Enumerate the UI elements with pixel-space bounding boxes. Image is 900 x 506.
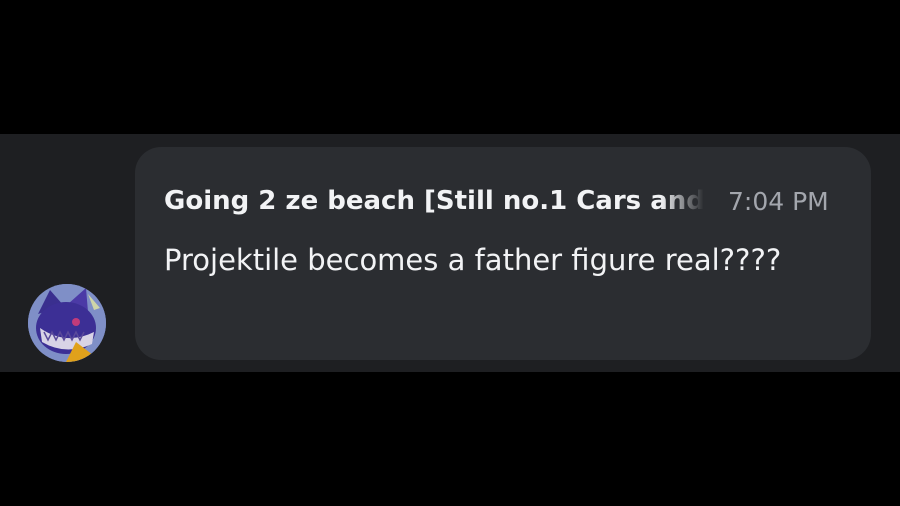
message-timestamp: 7:04 PM bbox=[728, 186, 829, 216]
message-bubble[interactable]: Going 2 ze beach [Still no.1 Cars and 7:… bbox=[135, 147, 871, 360]
message-header: Going 2 ze beach [Still no.1 Cars and 7:… bbox=[164, 183, 844, 219]
user-avatar[interactable] bbox=[28, 284, 106, 362]
character-avatar-icon bbox=[28, 284, 106, 362]
message-text: Projektile becomes a father figure real?… bbox=[164, 243, 782, 277]
author-name[interactable]: Going 2 ze beach [Still no.1 Cars and bbox=[164, 186, 704, 216]
